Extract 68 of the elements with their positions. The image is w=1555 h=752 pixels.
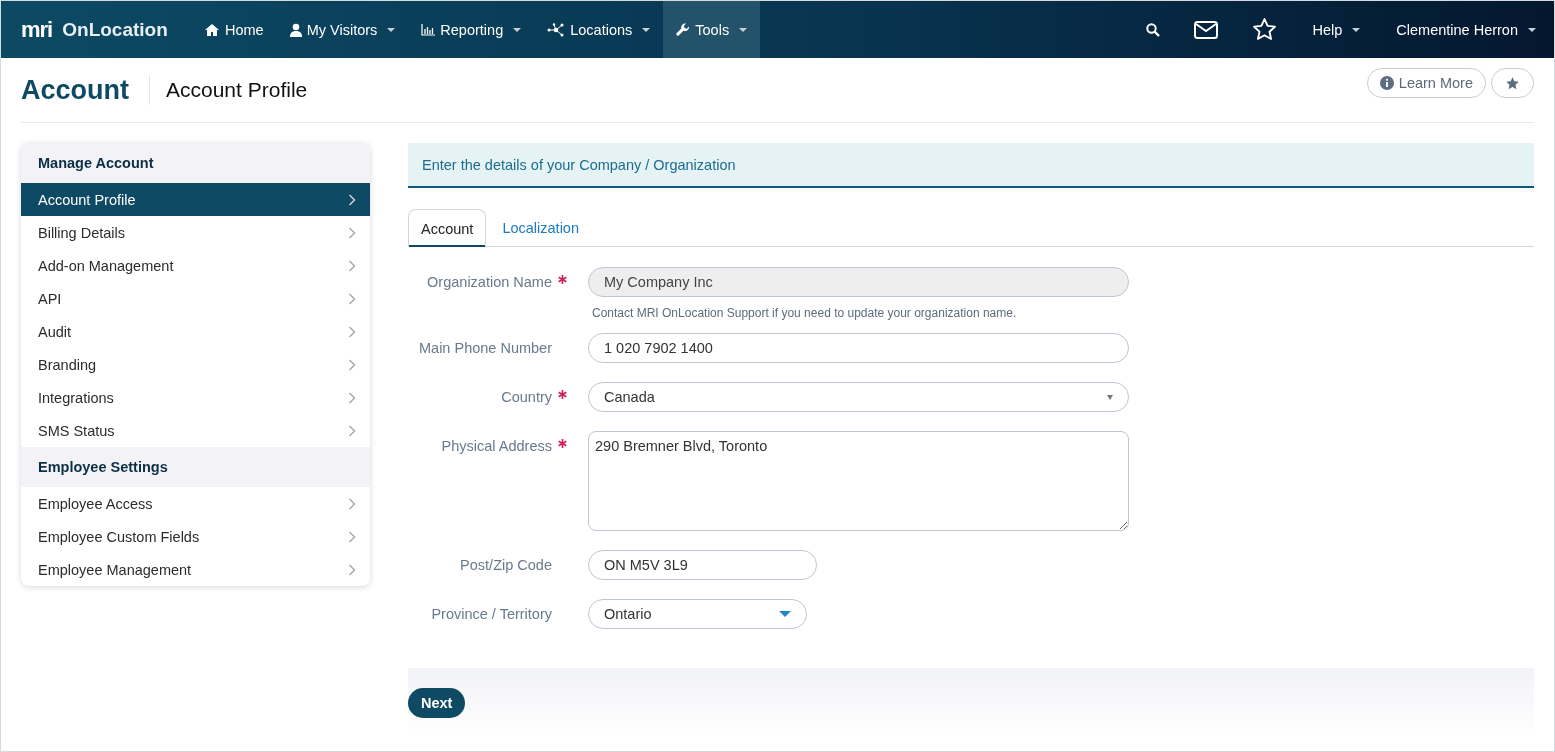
- chevron-right-icon: [348, 358, 356, 371]
- tab[interactable]: Account: [408, 209, 487, 247]
- chevron-right-icon: [348, 424, 356, 437]
- nav-menu-item[interactable]: My Visitors: [276, 1, 409, 58]
- tab[interactable]: Localization: [490, 209, 591, 246]
- chevron-right-icon: [348, 563, 356, 576]
- star-icon: [1505, 75, 1520, 91]
- sidebar-item[interactable]: Employee Custom Fields: [21, 520, 370, 553]
- page-subtitle: Account Profile: [166, 78, 308, 102]
- nav-menu-item[interactable]: Help: [1294, 1, 1379, 58]
- caret-icon: [513, 27, 522, 32]
- info-icon: [1379, 76, 1394, 90]
- nav-menu-item[interactable]: Reporting: [408, 1, 535, 58]
- input-field[interactable]: 1 020 7902 1400: [588, 333, 1129, 363]
- sidebar-item[interactable]: Billing Details: [21, 216, 370, 249]
- caret-icon: [779, 611, 791, 617]
- home-icon: [204, 22, 220, 37]
- learn-more-button[interactable]: Learn More: [1366, 68, 1486, 98]
- field-label: Physical Address: [441, 438, 552, 454]
- chevron-right-icon: [348, 391, 356, 404]
- wrench-icon: [676, 22, 691, 37]
- app-name: OnLocation: [62, 18, 168, 41]
- address-field[interactable]: 290 Bremner Blvd, Toronto: [588, 431, 1129, 531]
- caret-icon: [739, 27, 748, 32]
- caret-icon: [1352, 27, 1361, 32]
- field-label: Main Phone Number: [419, 340, 552, 356]
- field-label: Province / Territory: [431, 606, 552, 622]
- chevron-right-icon: [348, 530, 356, 543]
- sidebar-item[interactable]: API: [21, 282, 370, 315]
- sidebar-heading: Employee Settings: [21, 447, 370, 487]
- sidebar-heading: Manage Account: [21, 143, 370, 183]
- sidebar-item[interactable]: Employee Management: [21, 553, 370, 586]
- caret-icon: [1528, 27, 1536, 32]
- caret-icon: [1107, 394, 1113, 400]
- next-button[interactable]: Next: [408, 688, 466, 718]
- chevron-right-icon: [348, 292, 356, 305]
- bar-chart-icon: [421, 23, 436, 36]
- sidebar-item[interactable]: Account Profile: [21, 183, 370, 216]
- nav-menu-item[interactable]: Tools: [663, 1, 761, 58]
- nav-menu-item[interactable]: Home: [191, 1, 277, 58]
- chevron-right-icon: [348, 259, 356, 272]
- field-label: Post/Zip Code: [460, 557, 552, 573]
- sidebar-item[interactable]: Integrations: [21, 381, 370, 414]
- favorite-button[interactable]: [1491, 68, 1534, 98]
- info-banner: Enter the details of your Company / Organization: [408, 143, 1534, 188]
- caret-icon: [642, 27, 651, 32]
- page-title: Account: [21, 75, 150, 105]
- help-text: Contact MRI OnLocation Support if you need to update your organization name.: [592, 306, 1018, 320]
- sidebar-item[interactable]: Employee Access: [21, 487, 370, 520]
- network-icon: [547, 22, 566, 37]
- sidebar-item[interactable]: Audit: [21, 315, 370, 348]
- input-field[interactable]: ON M5V 3L9: [588, 550, 817, 580]
- field-label: Organization Name: [427, 274, 552, 290]
- chevron-right-icon: [348, 497, 356, 510]
- chevron-right-icon: [348, 226, 356, 239]
- caret-icon: [387, 27, 396, 32]
- dropdown-field[interactable]: Canada: [588, 382, 1129, 412]
- sidebar-item[interactable]: Branding: [21, 348, 370, 381]
- nav-menu-item[interactable]: Clementine Herron: [1378, 1, 1554, 58]
- logo: mri: [21, 16, 53, 43]
- person-icon: [289, 22, 302, 37]
- chevron-right-icon: [348, 193, 356, 206]
- dropdown-field[interactable]: Ontario: [588, 599, 807, 629]
- field-label: Country: [501, 389, 552, 405]
- sidebar-item[interactable]: SMS Status: [21, 414, 370, 447]
- chevron-right-icon: [348, 325, 356, 338]
- nav-menu-item[interactable]: Locations: [534, 1, 664, 58]
- sidebar-item[interactable]: Add-on Management: [21, 249, 370, 282]
